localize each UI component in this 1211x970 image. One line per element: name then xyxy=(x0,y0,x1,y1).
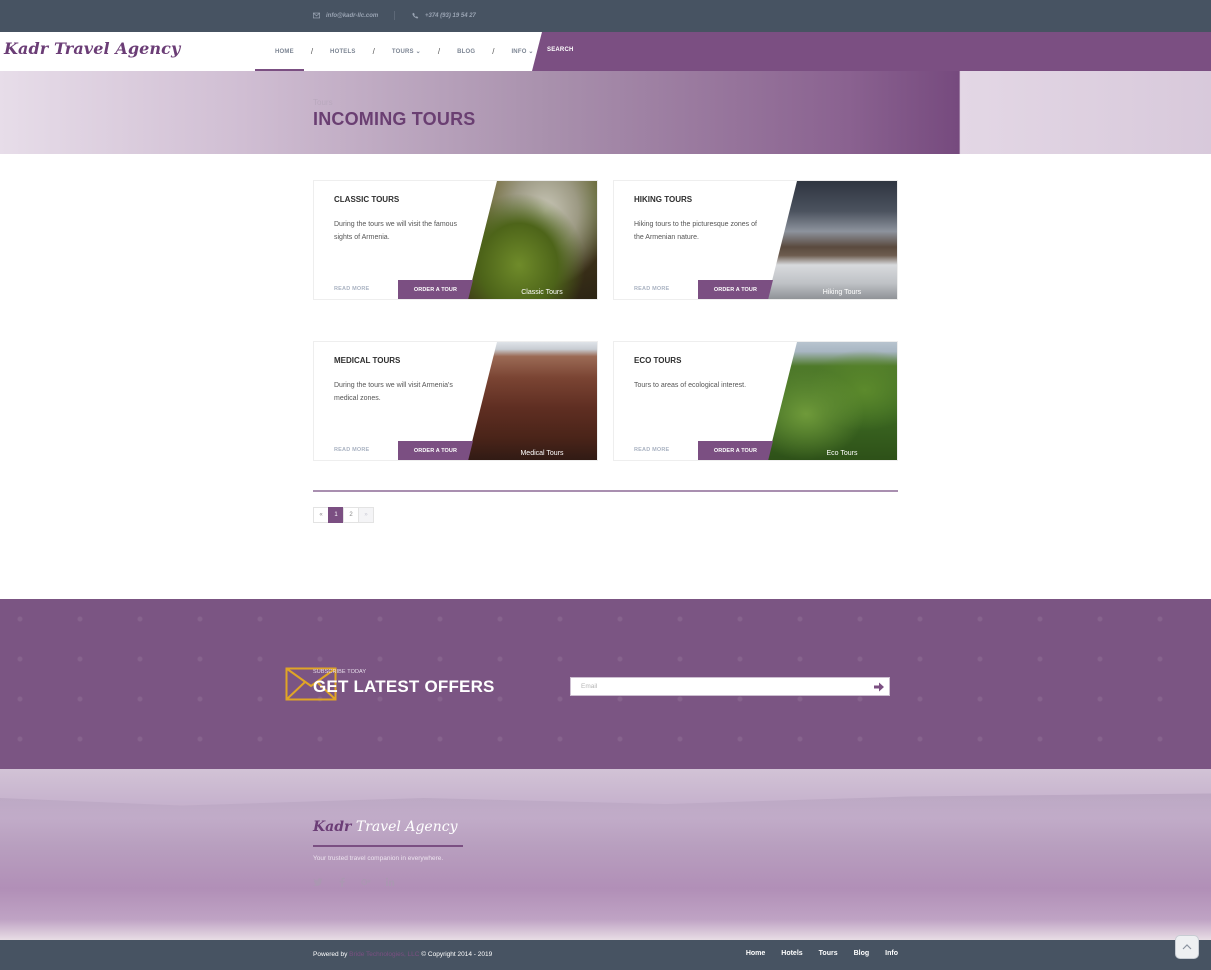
email-contact[interactable]: info@kadr-llc.com xyxy=(313,12,378,19)
eco-tours-photo[interactable] xyxy=(767,342,897,460)
photo-caption: Eco Tours xyxy=(826,450,858,457)
envelope-icon xyxy=(313,12,320,19)
tour-card-medical: MEDICAL TOURS During the tours we will v… xyxy=(313,341,598,461)
linkedin-icon[interactable] xyxy=(385,877,395,887)
page-header: Tours INCOMING TOURS xyxy=(0,71,1211,154)
footer-logo-kadr: Kadr xyxy=(313,819,352,835)
google-plus-icon[interactable] xyxy=(361,877,371,887)
chevron-up-icon xyxy=(1182,944,1192,950)
tour-card-classic: CLASSIC TOURS During the tours we will v… xyxy=(313,180,598,300)
read-more-link[interactable]: READ MORE xyxy=(634,447,669,453)
read-more-link[interactable]: READ MORE xyxy=(334,286,369,292)
order-tour-button[interactable]: ORDER A TOUR xyxy=(698,441,773,460)
nav-white-panel: Kadr Travel Agency HOME / HOTELS / TOURS… xyxy=(0,32,542,71)
powered-prefix: Powered by xyxy=(313,951,348,958)
email-text: info@kadr-llc.com xyxy=(326,12,379,19)
powered-by: Powered by Bride Technologies, LLC © Cop… xyxy=(313,951,492,958)
footer-logo-rest: Travel Agency xyxy=(351,819,458,835)
footer-section: Kadr Travel Agency Your trusted travel c… xyxy=(0,769,1211,940)
page-title: INCOMING TOURS xyxy=(313,109,476,129)
classic-tours-photo[interactable] xyxy=(467,181,597,299)
tour-card-title[interactable]: HIKING TOURS xyxy=(634,195,692,204)
footer-link-hotels[interactable]: Hotels xyxy=(781,950,802,957)
hiking-tours-photo[interactable] xyxy=(767,181,897,299)
back-to-top-button[interactable] xyxy=(1175,935,1199,959)
order-tour-button[interactable]: ORDER A TOUR xyxy=(698,280,773,299)
facebook-icon[interactable] xyxy=(337,877,347,887)
nav-item-tours[interactable]: TOURS ⌄ xyxy=(392,48,421,55)
copyright: © Copyright 2014 - 2019 xyxy=(421,951,493,958)
contact-divider xyxy=(394,11,395,20)
photo-caption: Classic Tours xyxy=(521,289,563,296)
photo-caption: Hiking Tours xyxy=(822,289,862,296)
footer-logo[interactable]: Kadr Travel Agency xyxy=(313,819,457,835)
content-divider xyxy=(313,490,898,492)
pagination-page-2[interactable]: 2 xyxy=(343,507,359,523)
medical-tours-photo[interactable] xyxy=(467,342,597,460)
read-more-link[interactable]: READ MORE xyxy=(334,447,369,453)
bottom-bar: Powered by Bride Technologies, LLC © Cop… xyxy=(0,940,1211,970)
footer-link-home[interactable]: Home xyxy=(746,950,765,957)
email-placeholder: Email xyxy=(581,683,598,690)
pagination-next[interactable]: » xyxy=(358,507,374,523)
twitter-icon[interactable] xyxy=(313,877,323,887)
nav-menu: HOME / HOTELS / TOURS ⌄ / BLOG / INFO ⌄ xyxy=(275,32,534,71)
footer-link-info[interactable]: Info xyxy=(885,950,898,957)
tour-card-description: During the tours we will visit Armenia's… xyxy=(334,382,453,402)
nav-separator: / xyxy=(372,47,375,56)
tour-card-description: Tours to areas of ecological interest. xyxy=(634,382,747,389)
footer-nav: Home Hotels Tours Blog Info xyxy=(746,950,898,957)
nav-item-home[interactable]: HOME xyxy=(275,49,294,55)
nav-separator: / xyxy=(437,47,441,56)
nav-separator: / xyxy=(310,47,314,56)
main-navbar: Kadr Travel Agency HOME / HOTELS / TOURS… xyxy=(0,32,1211,71)
photo-caption: Medical Tours xyxy=(520,450,564,457)
tour-card-eco: ECO TOURS Tours to areas of ecological i… xyxy=(613,341,898,461)
tour-card-title[interactable]: MEDICAL TOURS xyxy=(334,356,400,365)
top-contact-bar: info@kadr-llc.com +374 (93) 19 54 27 xyxy=(0,0,1211,32)
footer-logo-underline xyxy=(313,845,463,847)
arrow-right-icon[interactable] xyxy=(873,681,885,693)
tour-card-description: Hiking tours to the picturesque zones of… xyxy=(634,221,757,241)
search-button[interactable]: SEARCH xyxy=(547,47,574,53)
newsletter-section: SUBSCRIBE TODAY GET LATEST OFFERS Email xyxy=(0,599,1211,769)
company-link[interactable]: Bride Technologies, LLC xyxy=(349,951,419,958)
nav-item-blog[interactable]: BLOG xyxy=(457,49,475,55)
site-logo[interactable]: Kadr Travel Agency xyxy=(4,39,180,58)
subscribe-kicker: SUBSCRIBE TODAY xyxy=(313,669,367,675)
tour-card-description: During the tours we will visit the famou… xyxy=(334,221,457,241)
tour-card-title[interactable]: ECO TOURS xyxy=(634,356,681,365)
phone-icon xyxy=(412,12,419,19)
order-tour-button[interactable]: ORDER A TOUR xyxy=(398,280,473,299)
phone-contact[interactable]: +374 (93) 19 54 27 xyxy=(412,12,476,19)
pagination-page-1[interactable]: 1 xyxy=(328,507,344,523)
order-tour-button[interactable]: ORDER A TOUR xyxy=(398,441,473,460)
footer-link-tours[interactable]: Tours xyxy=(819,950,838,957)
background-hills xyxy=(0,793,1211,819)
tour-card-title[interactable]: CLASSIC TOURS xyxy=(334,195,399,204)
social-links xyxy=(313,877,395,887)
phone-text: +374 (93) 19 54 27 xyxy=(425,12,476,19)
tour-card-hiking: HIKING TOURS Hiking tours to the picture… xyxy=(613,180,898,300)
pagination-prev[interactable]: « xyxy=(313,507,329,523)
email-field[interactable]: Email xyxy=(570,677,890,696)
nav-item-info[interactable]: INFO ⌄ xyxy=(511,48,533,55)
footer-tagline: Your trusted travel companion in everywh… xyxy=(313,855,444,862)
footer-link-blog[interactable]: Blog xyxy=(854,950,870,957)
breadcrumb[interactable]: Tours xyxy=(313,98,333,107)
subscribe-title: GET LATEST OFFERS xyxy=(313,677,495,696)
pagination: « 1 2 » xyxy=(313,507,374,523)
read-more-link[interactable]: READ MORE xyxy=(634,286,669,292)
nav-separator: / xyxy=(492,47,495,56)
nav-item-hotels[interactable]: HOTELS xyxy=(330,49,356,55)
